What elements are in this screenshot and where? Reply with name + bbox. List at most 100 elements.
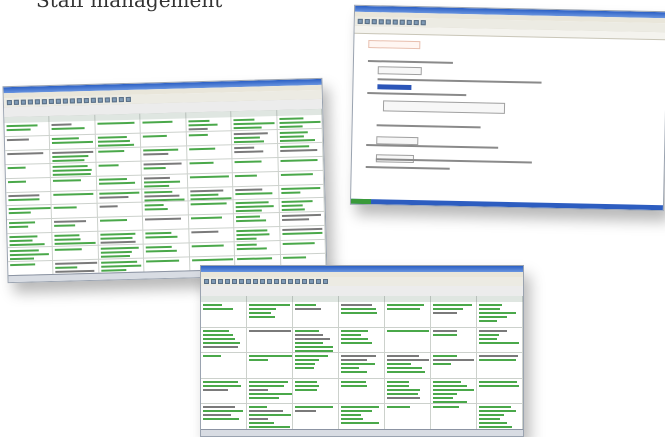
grid-cell[interactable] — [201, 327, 247, 354]
toolbar-icon[interactable] — [399, 19, 405, 25]
toolbar-icon[interactable] — [90, 97, 96, 103]
grid-cell[interactable] — [232, 157, 279, 173]
grid-cell[interactable] — [98, 230, 144, 246]
toolbar-icon[interactable] — [41, 99, 47, 105]
grid-cell[interactable] — [97, 203, 144, 219]
grid-cell[interactable] — [431, 353, 477, 379]
toolbar-icon[interactable] — [392, 19, 398, 25]
grid-cell[interactable] — [187, 158, 233, 175]
grid-cell[interactable] — [232, 143, 279, 159]
toolbar-icon[interactable] — [253, 279, 258, 284]
grid-cell[interactable] — [50, 148, 97, 164]
toolbar-icon[interactable] — [97, 97, 103, 103]
toolbar-icon[interactable] — [204, 279, 209, 284]
grid-cell[interactable] — [247, 327, 293, 354]
grid-cell[interactable] — [339, 327, 385, 354]
grid-cell[interactable] — [385, 302, 431, 328]
grid-cell[interactable] — [293, 353, 339, 379]
grid-cell[interactable] — [95, 133, 142, 149]
grid-cell[interactable] — [477, 378, 523, 405]
grid-cell[interactable] — [279, 212, 326, 228]
toolbar-icon[interactable] — [218, 279, 223, 284]
toolbar-icon[interactable] — [295, 279, 300, 284]
toolbar-icon[interactable] — [118, 97, 124, 103]
grid-cell[interactable] — [234, 227, 281, 243]
grid-cell[interactable] — [293, 302, 339, 328]
grid-cell[interactable] — [95, 119, 142, 135]
toolbar-icon[interactable] — [69, 98, 75, 104]
grid-cell[interactable] — [5, 149, 51, 165]
grid-cell[interactable] — [247, 302, 293, 328]
toolbar-icon[interactable] — [232, 279, 237, 284]
grid-cell[interactable] — [247, 353, 293, 379]
grid-cell[interactable] — [143, 229, 190, 245]
toolbar-icon[interactable] — [239, 279, 244, 284]
grid-cell[interactable] — [339, 404, 385, 430]
grid-cell[interactable] — [201, 404, 247, 430]
grid-cell[interactable] — [140, 118, 187, 134]
toolbar-icon[interactable] — [211, 279, 216, 284]
grid-cell[interactable] — [188, 200, 235, 216]
grid-cell[interactable] — [293, 327, 339, 354]
grid-cell[interactable] — [187, 186, 234, 202]
toolbar-icon[interactable] — [260, 279, 265, 284]
grid-cell[interactable] — [234, 241, 281, 257]
grid-cell[interactable] — [201, 353, 247, 379]
grid-cell[interactable] — [187, 172, 234, 188]
options-row[interactable] — [382, 100, 506, 114]
toolbar-icon[interactable] — [274, 279, 279, 284]
grid-cell[interactable] — [188, 214, 235, 230]
grid-cell[interactable] — [7, 233, 54, 249]
grid-cell[interactable] — [186, 117, 232, 133]
grid-cell[interactable] — [477, 327, 523, 354]
toolbar-icon[interactable] — [20, 99, 26, 105]
grid-cell[interactable] — [431, 404, 477, 430]
toolbar-icon[interactable] — [6, 99, 12, 106]
toolbar-icon[interactable] — [76, 98, 82, 104]
grid-cell[interactable] — [280, 239, 326, 256]
grid-cell[interactable] — [6, 205, 53, 221]
grid-cell[interactable] — [4, 121, 51, 138]
grid-cell[interactable] — [52, 232, 99, 248]
grid-cell[interactable] — [49, 120, 96, 136]
grid-cell[interactable] — [51, 190, 98, 206]
grid-cell[interactable] — [293, 404, 339, 430]
grid-cell[interactable] — [276, 114, 323, 130]
grid-cell[interactable] — [385, 404, 431, 430]
grid-cell[interactable] — [385, 327, 431, 354]
grid-cell[interactable] — [278, 156, 324, 172]
grid-cell[interactable] — [142, 201, 189, 217]
grid-cell[interactable] — [96, 161, 143, 177]
grid-cell[interactable] — [143, 215, 189, 231]
toolbar-icon[interactable] — [357, 18, 363, 24]
toolbar-icon[interactable] — [34, 99, 40, 105]
grid-cell[interactable] — [477, 302, 523, 328]
grid-cell[interactable] — [231, 129, 278, 146]
grid-cell[interactable] — [293, 378, 339, 405]
toolbar-icon[interactable] — [364, 18, 370, 25]
grid-cell[interactable] — [279, 198, 325, 214]
grid-cell[interactable] — [385, 353, 431, 379]
toolbar-icon[interactable] — [225, 279, 230, 284]
toolbar-icon[interactable] — [406, 19, 412, 25]
grid-cell[interactable] — [279, 226, 326, 242]
toolbar-icon[interactable] — [413, 19, 419, 26]
toolbar-icon[interactable] — [385, 19, 391, 25]
grid-cell[interactable] — [231, 116, 278, 132]
toolbar-icon[interactable] — [281, 279, 286, 284]
grid-cell[interactable] — [142, 187, 189, 204]
grid-cell[interactable] — [5, 177, 52, 193]
toolbar-icon[interactable] — [48, 98, 54, 105]
toolbar-icon[interactable] — [111, 97, 117, 103]
grid-cell[interactable] — [477, 353, 523, 379]
grid-cell[interactable] — [97, 189, 143, 205]
grid-cell[interactable] — [141, 146, 188, 162]
grid-cell[interactable] — [277, 142, 324, 158]
toolbar-icon[interactable] — [288, 279, 293, 284]
grid-cell[interactable] — [278, 170, 325, 186]
toolbar-icon[interactable] — [13, 99, 19, 105]
grid-cell[interactable] — [95, 147, 142, 163]
toolbar-icon[interactable] — [267, 279, 272, 284]
selected-answer[interactable] — [377, 84, 412, 90]
grid-cell[interactable] — [385, 378, 431, 405]
